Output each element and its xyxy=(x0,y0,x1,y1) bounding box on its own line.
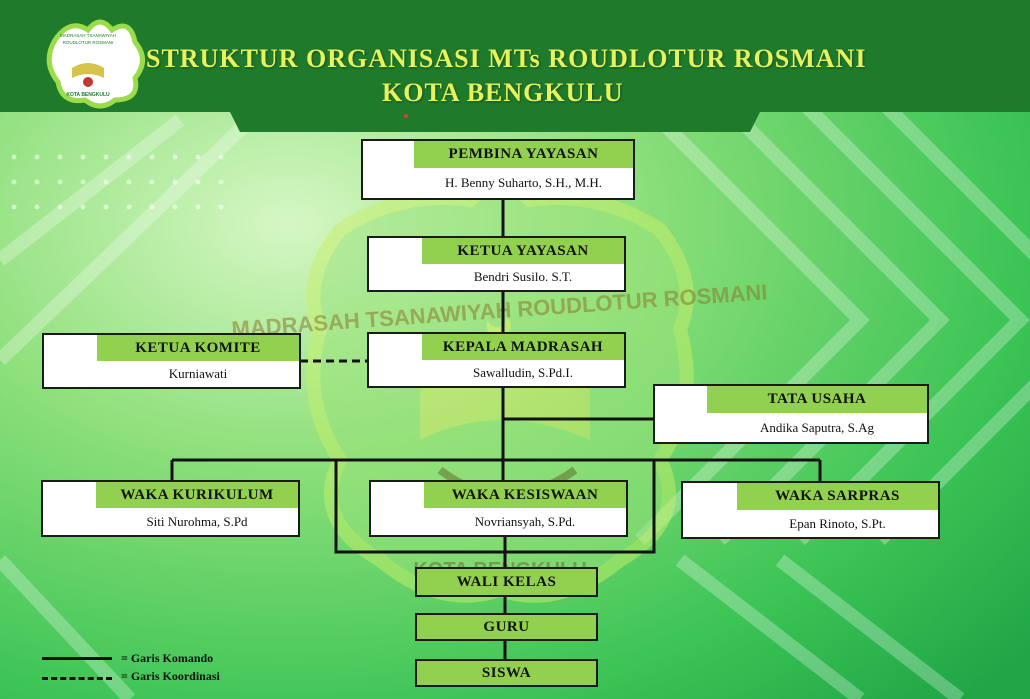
photo-placeholder xyxy=(363,141,416,198)
person-name: Siti Nurohma, S.Pd xyxy=(96,508,298,535)
photo-placeholder xyxy=(369,238,424,290)
node-siswa: SISWA xyxy=(415,659,598,687)
person-name: Novriansyah, S.Pd. xyxy=(424,508,626,535)
photo-placeholder xyxy=(44,335,99,387)
node-waka-sarpras: WAKA SARPRAS Epan Rinoto, S.Pt. xyxy=(681,481,940,539)
photo-placeholder xyxy=(655,386,709,442)
node-ketua-yayasan: KETUA YAYASAN Bendri Susilo. S.T. xyxy=(367,236,626,292)
legend-solid-line xyxy=(42,657,112,660)
role-label: KETUA KOMITE xyxy=(97,335,299,363)
node-waka-kesiswaan: WAKA KESISWAAN Novriansyah, S.Pd. xyxy=(369,480,628,537)
node-guru: GURU xyxy=(415,613,598,641)
legend-komando-label: = Garis Komando xyxy=(121,651,214,665)
node-waka-kurikulum: WAKA KURIKULUM Siti Nurohma, S.Pd xyxy=(41,480,300,537)
role-label: PEMBINA YAYASAN xyxy=(414,141,633,170)
person-name: Bendri Susilo. S.T. xyxy=(422,264,624,290)
role-label: WAKA SARPRAS xyxy=(737,483,938,512)
node-wali-kelas: WALI KELAS xyxy=(415,567,598,597)
node-ketua-komite: KETUA KOMITE Kurniawati xyxy=(42,333,301,389)
node-kepala-madrasah: KEPALA MADRASAH Sawalludin, S.Pd.I. xyxy=(367,332,626,388)
person-name: Epan Rinoto, S.Pt. xyxy=(737,510,938,537)
person-name: Sawalludin, S.Pd.I. xyxy=(422,360,624,386)
person-name: Andika Saputra, S.Ag xyxy=(707,413,927,442)
photo-placeholder xyxy=(371,482,426,535)
photo-placeholder xyxy=(369,334,424,386)
photo-placeholder xyxy=(683,483,739,537)
person-name: Kurniawati xyxy=(97,361,299,387)
legend-dashed-line xyxy=(42,677,112,680)
role-label: KEPALA MADRASAH xyxy=(422,334,624,362)
photo-placeholder xyxy=(43,482,98,535)
person-name: H. Benny Suharto, S.H., M.H. xyxy=(414,168,633,198)
role-label: WAKA KESISWAAN xyxy=(424,482,626,510)
node-pembina-yayasan: PEMBINA YAYASAN H. Benny Suharto, S.H., … xyxy=(361,139,635,200)
role-label: WAKA KURIKULUM xyxy=(96,482,298,510)
role-label: TATA USAHA xyxy=(707,386,927,415)
legend-koordinasi-label: = Garis Koordinasi xyxy=(121,669,220,683)
node-tata-usaha: TATA USAHA Andika Saputra, S.Ag xyxy=(653,384,929,444)
role-label: KETUA YAYASAN xyxy=(422,238,624,266)
